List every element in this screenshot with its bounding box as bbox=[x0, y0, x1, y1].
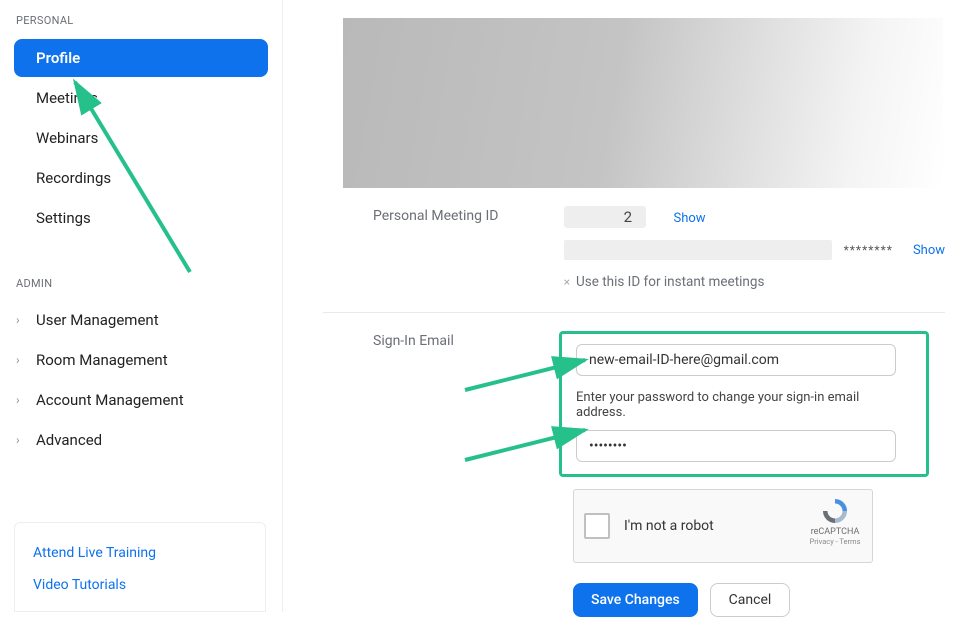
recaptcha-icon bbox=[820, 496, 850, 526]
sidebar-item-account-management[interactable]: › Account Management bbox=[0, 380, 282, 420]
signin-helper-text: Enter your password to change your sign-… bbox=[576, 390, 912, 420]
sidebar-item-meetings[interactable]: Meetings bbox=[14, 79, 268, 117]
pmi-show-link[interactable]: Show bbox=[674, 211, 706, 226]
recaptcha-checkbox[interactable] bbox=[584, 513, 610, 539]
sidebar-section-admin: ADMIN bbox=[0, 275, 282, 300]
chevron-right-icon: › bbox=[16, 393, 28, 407]
sidebar-item-label: Account Management bbox=[36, 391, 184, 409]
sidebar-item-label: Profile bbox=[36, 49, 80, 67]
sidebar-item-advanced[interactable]: › Advanced bbox=[0, 420, 282, 460]
chevron-right-icon: › bbox=[16, 313, 28, 327]
pmi-masked-value: 2 bbox=[564, 206, 646, 228]
help-links-card: Attend Live Training Video Tutorials bbox=[14, 522, 266, 612]
sidebar-item-label: User Management bbox=[36, 311, 159, 329]
chevron-right-icon: › bbox=[16, 353, 28, 367]
section-divider bbox=[323, 312, 945, 313]
sidebar-item-profile[interactable]: Profile bbox=[14, 39, 268, 77]
sidebar-item-label: Recordings bbox=[36, 169, 111, 187]
signin-email-input[interactable] bbox=[576, 344, 896, 376]
link-video-tutorials[interactable]: Video Tutorials bbox=[33, 569, 247, 601]
signin-password-input[interactable] bbox=[576, 430, 896, 462]
sidebar-item-recordings[interactable]: Recordings bbox=[14, 159, 268, 197]
sidebar-item-settings[interactable]: Settings bbox=[14, 199, 268, 237]
recaptcha-badge: reCAPTCHA Privacy - Terms bbox=[806, 496, 864, 546]
sidebar-item-label: Meetings bbox=[36, 89, 98, 107]
x-icon: × bbox=[564, 275, 570, 289]
sidebar-item-room-management[interactable]: › Room Management bbox=[0, 340, 282, 380]
sidebar: PERSONAL Profile Meetings Webinars Recor… bbox=[0, 0, 283, 612]
pmi-url-masked bbox=[564, 240, 832, 260]
main-content: Personal Meeting ID 2 Show ******** Show… bbox=[283, 0, 965, 612]
sidebar-item-label: Settings bbox=[36, 209, 91, 227]
sidebar-item-user-management[interactable]: › User Management bbox=[0, 300, 282, 340]
profile-hero-placeholder bbox=[343, 18, 943, 188]
recaptcha-label: I'm not a robot bbox=[624, 518, 714, 534]
signin-highlight-box: Enter your password to change your sign-… bbox=[559, 331, 929, 477]
recaptcha-widget: I'm not a robot reCAPTCHA Privacy - Term… bbox=[573, 489, 873, 563]
link-attend-live-training[interactable]: Attend Live Training bbox=[33, 537, 247, 569]
recaptcha-privacy-link[interactable]: Privacy - Terms bbox=[806, 537, 864, 546]
pmi-url-dots: ******** bbox=[844, 243, 893, 257]
sidebar-item-webinars[interactable]: Webinars bbox=[14, 119, 268, 157]
sidebar-section-personal: PERSONAL bbox=[0, 12, 282, 37]
recaptcha-name: reCAPTCHA bbox=[806, 527, 864, 537]
sidebar-item-label: Webinars bbox=[36, 129, 98, 147]
sidebar-item-label: Advanced bbox=[36, 431, 102, 449]
pmi-label: Personal Meeting ID bbox=[373, 206, 564, 224]
sidebar-item-label: Room Management bbox=[36, 351, 168, 369]
signin-email-row: Sign-In Email Enter your password to cha… bbox=[373, 331, 945, 617]
pmi-row: Personal Meeting ID 2 Show ******** Show… bbox=[373, 206, 945, 290]
pmi-instant-text: Use this ID for instant meetings bbox=[576, 274, 764, 290]
signin-email-label: Sign-In Email bbox=[373, 331, 573, 349]
chevron-right-icon: › bbox=[16, 433, 28, 447]
pmi-url-show-link[interactable]: Show bbox=[913, 243, 945, 258]
